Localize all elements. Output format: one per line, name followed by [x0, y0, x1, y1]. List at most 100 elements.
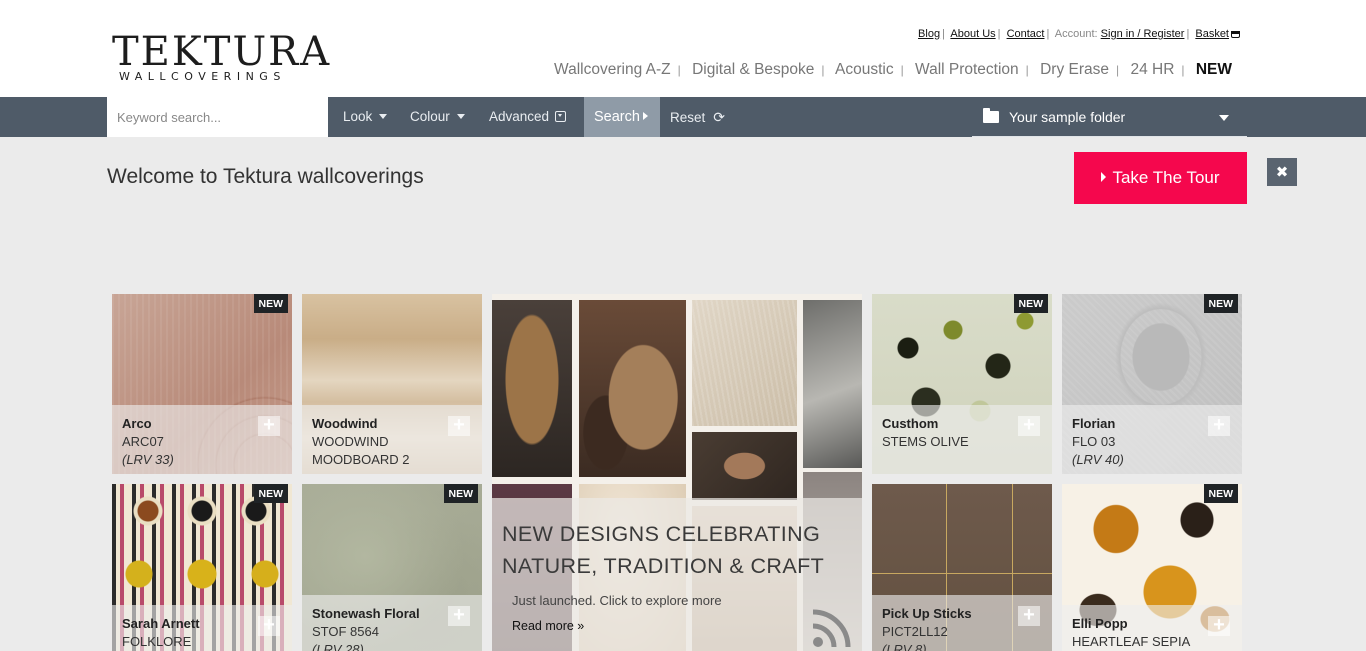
nav-acoustic[interactable]: Acoustic — [835, 61, 894, 78]
collage-photo — [492, 300, 572, 477]
cart-icon — [1231, 31, 1240, 38]
plus-icon[interactable]: + — [1018, 605, 1040, 626]
close-icon: ✖ — [1275, 163, 1289, 181]
product-tile-arco[interactable]: NEW Arco ARC07 (LRV 33) + — [112, 294, 292, 474]
feature-headline-line-1: NEW DESIGNS CELEBRATING — [502, 522, 821, 546]
utility-nav: Blog | About Us | Contact | Account: Sign i… — [918, 28, 1240, 40]
search-button[interactable]: Search — [584, 97, 660, 137]
product-lrv: (LRV 8) — [882, 642, 927, 651]
logo-wordmark: TEKTURA — [112, 29, 332, 75]
product-tile-pick-up-sticks[interactable]: Pick Up Sticks PICT2LL12 (LRV 8) + — [872, 484, 1052, 651]
product-tile-custhom[interactable]: NEW Custhom STEMS OLIVE + — [872, 294, 1052, 474]
separator: | — [997, 28, 1001, 40]
plus-icon[interactable]: + — [258, 415, 280, 436]
product-lrv: (LRV 40) — [1072, 452, 1124, 467]
sample-folder-dropdown[interactable]: Your sample folder — [972, 97, 1247, 137]
contact-link[interactable]: Contact — [1007, 28, 1045, 40]
site-header: TEKTURA WALLCOVERINGS Blog | About Us | Co… — [0, 0, 1366, 97]
product-info: Stonewash Floral STOF 8564 (LRV 28) + — [302, 595, 482, 651]
feature-headline: NEW DESIGNS CELEBRATING NATURE, TRADITIO… — [502, 518, 852, 582]
collage-photo — [803, 300, 862, 468]
nav-new[interactable]: NEW — [1196, 61, 1232, 78]
plus-icon[interactable]: + — [1208, 415, 1230, 436]
plus-icon[interactable]: + — [1018, 415, 1040, 436]
caret-right-icon — [1101, 172, 1107, 182]
look-dropdown[interactable]: Look — [343, 97, 388, 137]
advanced-button[interactable]: Advanced — [489, 97, 567, 137]
feature-subtitle: Just launched. Click to explore more — [512, 593, 722, 608]
colour-label: Colour — [410, 109, 450, 124]
folder-icon — [983, 108, 999, 123]
colour-dropdown[interactable]: Colour — [410, 97, 465, 137]
plus-icon[interactable]: + — [258, 615, 280, 636]
look-label: Look — [343, 109, 373, 124]
product-tile-florian[interactable]: NEW Florian FLO 03 (LRV 40) + — [1062, 294, 1242, 474]
nav-24hr[interactable]: 24 HR — [1130, 61, 1174, 78]
product-tile-sarah-arnett[interactable]: NEW Sarah Arnett FOLKLORE + — [112, 484, 292, 651]
separator: | — [1181, 63, 1185, 77]
caret-down-icon — [456, 114, 465, 119]
product-info: Arco ARC07 (LRV 33) + — [112, 405, 292, 474]
signin-link[interactable]: Sign in / Register — [1101, 28, 1185, 40]
blog-link[interactable]: Blog — [918, 28, 940, 40]
product-subcode: MOODBOARD 2 — [312, 452, 410, 467]
search-button-label: Search — [594, 109, 640, 125]
nav-digital-bespoke[interactable]: Digital & Bespoke — [692, 61, 814, 78]
reset-label: Reset — [670, 110, 706, 125]
take-tour-button[interactable]: Take The Tour — [1074, 152, 1247, 204]
main-nav: Wallcovering A-Z | Digital & Bespoke | Aco… — [554, 61, 1232, 79]
reset-button[interactable]: Reset ⟳ — [670, 97, 725, 137]
collage-photo — [692, 300, 797, 426]
nav-wall-protection[interactable]: Wall Protection — [915, 61, 1019, 78]
product-info: Pick Up Sticks PICT2LL12 (LRV 8) + — [872, 595, 1052, 651]
nav-dry-erase[interactable]: Dry Erase — [1040, 61, 1109, 78]
new-badge: NEW — [443, 484, 478, 503]
product-tile-elli-popp[interactable]: NEW Elli Popp HEARTLEAF SEPIA + — [1062, 484, 1242, 651]
product-lrv: (LRV 28) — [312, 642, 364, 651]
product-info: Sarah Arnett FOLKLORE + — [112, 605, 292, 651]
advanced-label: Advanced — [489, 109, 550, 124]
plus-icon[interactable]: + — [448, 415, 470, 436]
separator: | — [1186, 28, 1190, 40]
separator: | — [900, 63, 904, 77]
caret-right-icon — [642, 112, 648, 120]
separator: | — [1116, 63, 1120, 77]
separator: | — [942, 28, 945, 40]
take-tour-label: Take The Tour — [1112, 168, 1220, 187]
product-tile-stonewash-floral[interactable]: NEW Stonewash Floral STOF 8564 (LRV 28) … — [302, 484, 482, 651]
product-info: Elli Popp HEARTLEAF SEPIA + — [1062, 605, 1242, 651]
plus-icon[interactable]: + — [1208, 615, 1230, 636]
basket-link[interactable]: Basket — [1195, 28, 1240, 40]
product-info: Custhom STEMS OLIVE + — [872, 405, 1052, 474]
product-lrv: (LRV 33) — [122, 452, 174, 467]
nav-wallcovering-az[interactable]: Wallcovering A-Z — [554, 61, 671, 78]
keyword-search-input[interactable] — [107, 97, 328, 137]
collage-photo — [692, 432, 797, 500]
close-button[interactable]: ✖ — [1267, 158, 1297, 186]
product-tile-woodwind[interactable]: Woodwind WOODWIND MOODBOARD 2 + — [302, 294, 482, 474]
new-badge: NEW — [253, 484, 288, 503]
account-label: Account: — [1054, 28, 1098, 40]
separator: | — [1046, 28, 1050, 40]
caret-down-icon — [1219, 115, 1229, 121]
plus-icon[interactable]: + — [448, 605, 470, 626]
basket-label: Basket — [1195, 28, 1229, 40]
separator: | — [821, 63, 825, 77]
collage-photo — [579, 300, 686, 477]
new-badge: NEW — [1203, 294, 1238, 313]
feature-banner[interactable]: NEW DESIGNS CELEBRATING NATURE, TRADITIO… — [492, 294, 862, 651]
brand-logo[interactable]: TEKTURA WALLCOVERINGS — [112, 29, 332, 83]
new-badge: NEW — [253, 294, 288, 313]
caret-down-icon — [379, 114, 388, 119]
separator: | — [1025, 63, 1029, 77]
product-info: Woodwind WOODWIND MOODBOARD 2 + — [302, 405, 482, 474]
new-badge: NEW — [1013, 294, 1048, 313]
separator: | — [677, 63, 681, 77]
about-link[interactable]: About Us — [950, 28, 995, 40]
product-info: Florian FLO 03 (LRV 40) + — [1062, 405, 1242, 474]
welcome-title: Welcome to Tektura wallcoverings — [107, 165, 424, 188]
refresh-icon: ⟳ — [713, 109, 726, 125]
sample-folder-label: Your sample folder — [1009, 109, 1126, 125]
search-bar: Look Colour Advanced Search Reset ⟳ Your … — [0, 97, 1366, 137]
read-more-link[interactable]: Read more » — [512, 619, 584, 633]
